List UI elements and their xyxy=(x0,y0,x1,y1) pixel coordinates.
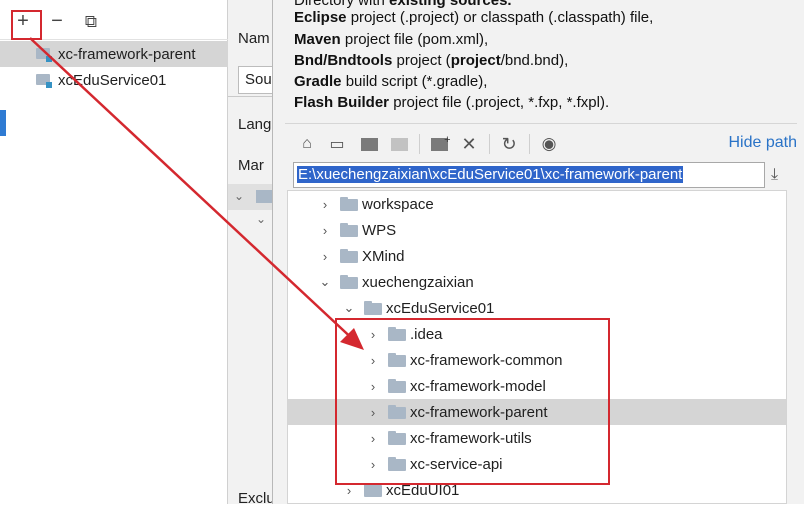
download-icon[interactable]: ⤓ xyxy=(771,166,789,184)
chevron-right-icon[interactable]: › xyxy=(318,249,332,264)
refresh-icon[interactable]: ↻ xyxy=(499,134,519,154)
toolbar-separator xyxy=(489,134,490,154)
description-line: Maven project file (pom.xml), xyxy=(294,31,489,48)
description-line: Flash Builder project file (.project, *.… xyxy=(294,94,610,111)
folder-icon xyxy=(340,275,358,289)
annotation-box xyxy=(335,318,610,485)
folder-icon xyxy=(364,301,382,315)
module-item[interactable]: xcEduService01 xyxy=(0,67,228,93)
home-icon[interactable]: ⌂ xyxy=(297,134,317,154)
description-line: Directory with existing sources. xyxy=(294,0,512,9)
chevron-down-icon[interactable]: ⌄ xyxy=(342,300,356,315)
mark-as-label: Mar xyxy=(238,157,264,174)
tree-item[interactable]: › XMind xyxy=(288,243,786,269)
project-folder-icon[interactable] xyxy=(359,134,379,154)
tree-item-label: xcEduService01 xyxy=(386,299,495,317)
folder-icon xyxy=(256,190,272,203)
file-chooser-toolbar: ⌂ ▭ + ✕ ↻ ◉ xyxy=(285,128,797,160)
tree-item[interactable]: › WPS xyxy=(288,217,786,243)
module-folder-icon[interactable] xyxy=(389,134,409,154)
toolbar-separator xyxy=(529,134,530,154)
divider xyxy=(228,96,274,97)
chevron-right-icon[interactable]: › xyxy=(342,483,356,498)
exclude-label: Exclu xyxy=(238,490,275,507)
tree-item-label: xuechengzaixian xyxy=(362,273,474,291)
remove-module-button[interactable]: − xyxy=(46,10,68,32)
module-item[interactable]: xc-framework-parent xyxy=(0,41,228,67)
folder-icon xyxy=(340,197,358,211)
module-icon xyxy=(36,47,52,62)
path-field[interactable]: E:\xuechengzaixian\xcEduService01\xc-fra… xyxy=(293,162,765,188)
selection-accent xyxy=(0,110,6,136)
folder-icon xyxy=(340,249,358,263)
chevron-right-icon[interactable]: › xyxy=(318,223,332,238)
copy-module-button[interactable]: ⧉ xyxy=(80,10,102,32)
description-line: Gradle build script (*.gradle), xyxy=(294,73,488,90)
module-settings-panel: Nam Sou Lang Mar ⌄ ⌄ Exclu xyxy=(228,0,278,507)
chevron-down-icon[interactable]: ⌄ xyxy=(318,274,332,289)
divider xyxy=(285,123,797,124)
chevron-down-icon[interactable]: ⌄ xyxy=(256,212,266,226)
chevron-down-icon[interactable]: ⌄ xyxy=(234,189,244,203)
language-level-label: Lang xyxy=(238,116,272,133)
annotation-box xyxy=(11,10,42,40)
chevron-right-icon[interactable]: › xyxy=(318,197,332,212)
module-label: xc-framework-parent xyxy=(58,45,196,63)
new-folder-icon[interactable]: + xyxy=(429,134,451,154)
copy-icon: ⧉ xyxy=(84,11,98,31)
module-label: xcEduService01 xyxy=(58,71,167,89)
desktop-icon[interactable]: ▭ xyxy=(327,134,347,154)
delete-icon[interactable]: ✕ xyxy=(459,134,479,154)
name-label: Nam xyxy=(238,30,270,47)
tree-item-label: XMind xyxy=(362,247,405,265)
tree-item-label: workspace xyxy=(362,195,434,213)
description-line: Bnd/Bndtools project (project/bnd.bnd), xyxy=(294,52,569,69)
tree-item[interactable]: ⌄ xuechengzaixian xyxy=(288,269,786,295)
description-line: Eclipse project (.project) or classpath … xyxy=(294,9,654,26)
path-value: E:\xuechengzaixian\xcEduService01\xc-fra… xyxy=(297,166,684,183)
minus-icon: − xyxy=(51,10,63,32)
tree-item-label: WPS xyxy=(362,221,397,239)
show-hidden-icon[interactable]: ◉ xyxy=(539,134,559,154)
toolbar-separator xyxy=(419,134,420,154)
tree-item[interactable]: › workspace xyxy=(288,191,786,217)
folder-icon xyxy=(340,223,358,237)
modules-pane: + − ⧉ xc-framework-parent xcEduService01 xyxy=(0,0,228,504)
hide-path-link[interactable]: Hide path xyxy=(729,134,798,152)
content-root-header: ⌄ xyxy=(228,184,274,210)
folder-icon xyxy=(364,483,382,497)
module-icon xyxy=(36,73,52,88)
